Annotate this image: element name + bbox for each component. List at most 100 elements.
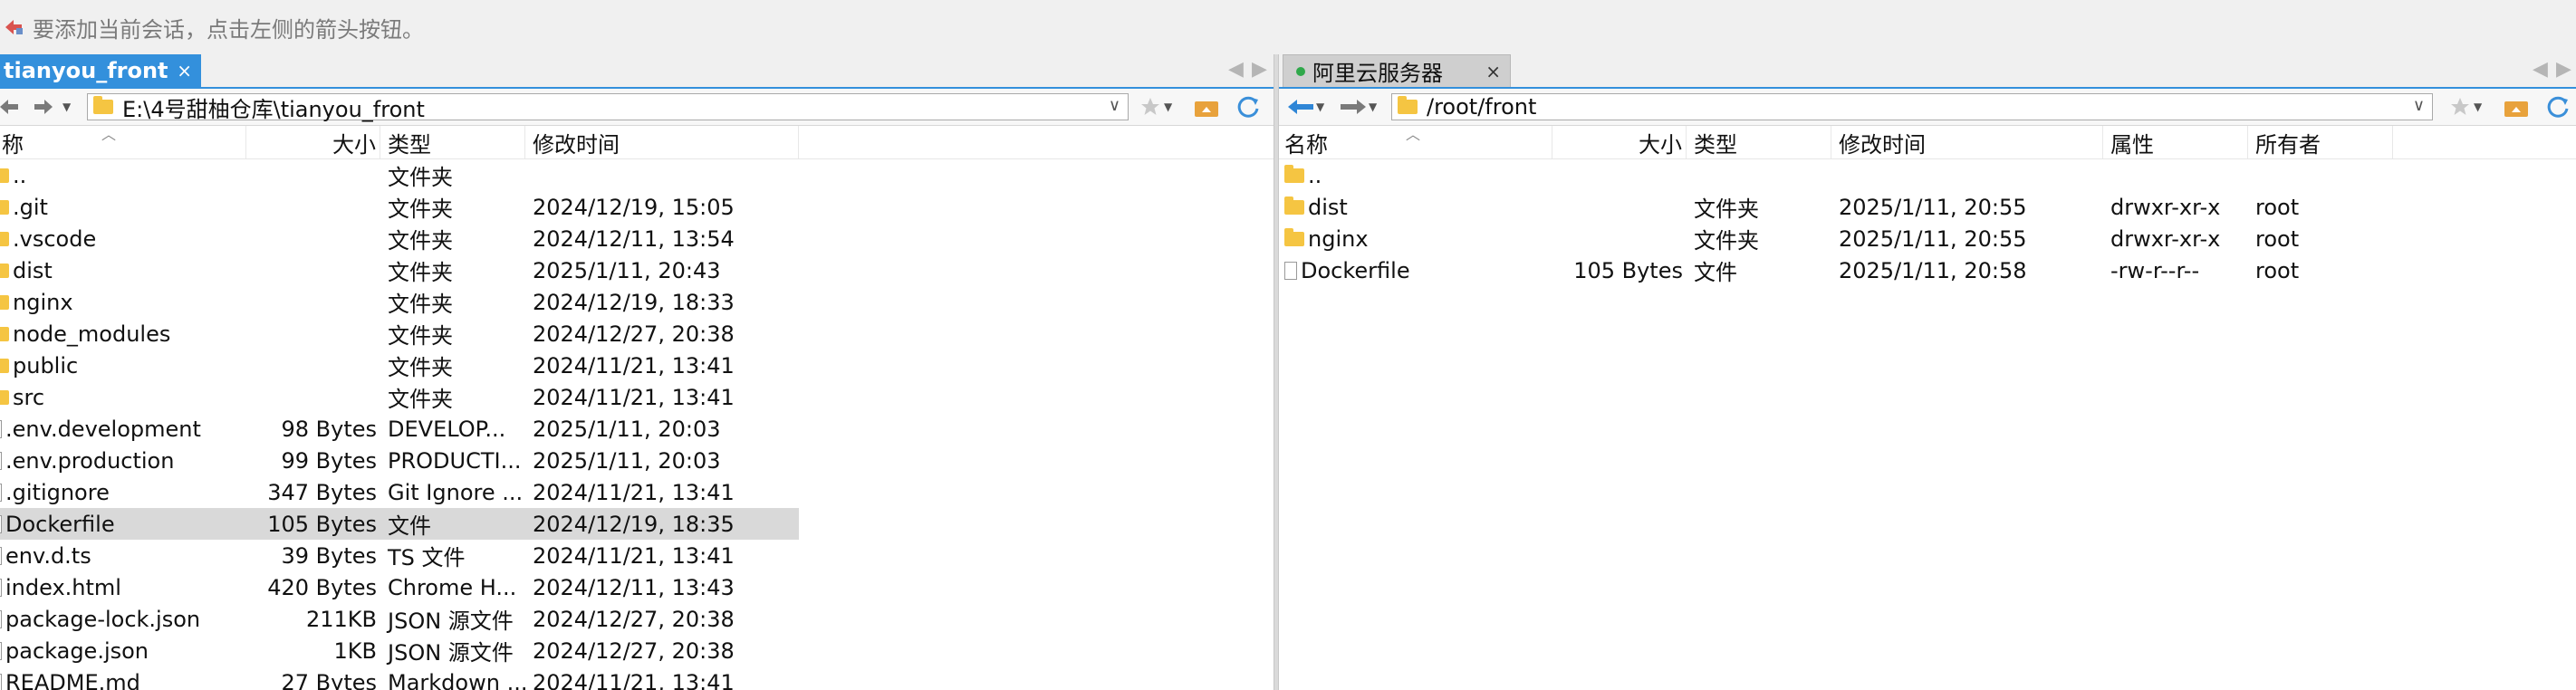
file-row[interactable]: env.d.ts 39 Bytes TS 文件 2024/11/21, 13:41 [0,540,1274,571]
folder-row[interactable]: src 文件夹 2024/11/21, 13:41 [0,381,1274,413]
star-icon [1141,98,1159,115]
column-modified[interactable]: 修改时间 [1831,126,2103,158]
refresh-icon [1237,96,1259,118]
cell-size [1552,223,1687,254]
local-tabstrip: tianyou_front × ◀ ▶ [0,54,1274,89]
tab-local-tianyou-front[interactable]: tianyou_front × [0,54,201,87]
cell-owner: root [2248,223,2393,254]
local-path-field[interactable]: E:\4号甜柚仓库\tianyou_front ∨ [87,93,1129,122]
row-empty-area [799,413,1274,445]
folder-row[interactable]: node_modules 文件夹 2024/12/27, 20:38 [0,318,1274,350]
name-text: .vscode [13,225,97,252]
file-row[interactable]: .env.production 99 Bytes PRODUCTI... 2025/1… [0,445,1274,476]
cell-type: Git Ignore ... [380,476,525,508]
column-owner[interactable]: 所有者 [2248,126,2393,158]
close-tab-icon[interactable]: × [1485,61,1501,82]
folder-row[interactable]: .git 文件夹 2024/12/19, 15:05 [0,191,1274,223]
tab-scroll-left-icon[interactable]: ◀ [1228,58,1244,81]
folder-row[interactable]: dist 文件夹 2025/1/11, 20:55 drwxr-xr-x root [1279,191,2576,223]
cell-modified: 2024/11/21, 13:41 [525,476,799,508]
row-empty-area [799,540,1274,571]
forward-dropdown-icon[interactable]: ▼ [62,101,71,113]
cell-name: node_modules [0,318,246,350]
tab-label: 阿里云服务器 [1312,61,1443,86]
folder-row[interactable]: nginx 文件夹 2025/1/11, 20:55 drwxr-xr-x root [1279,223,2576,254]
size-text: 347 Bytes [267,479,377,505]
name-text: dist [1308,194,1348,220]
column-type[interactable]: 类型 [380,126,525,158]
file-icon [0,578,2,597]
tab-remote-aliyun-server[interactable]: 阿里云服务器 × [1283,54,1511,87]
size-text: 420 Bytes [267,574,377,600]
column-modified[interactable]: 修改时间 [525,126,799,158]
session-arrow-icon[interactable] [4,15,27,39]
tab-scroll-left-icon[interactable]: ◀ [2533,58,2548,81]
path-dropdown-icon[interactable]: ∨ [2413,96,2425,115]
folder-row[interactable]: nginx 文件夹 2024/12/19, 18:33 [0,286,1274,318]
type-text: PRODUCTI... [388,447,522,474]
path-dropdown-icon[interactable]: ∨ [1109,96,1120,115]
forward-button[interactable]: ▼ [34,94,71,120]
file-row[interactable]: Dockerfile 105 Bytes 文件 2025/1/11, 20:58 -rw… [1279,254,2576,286]
column-size[interactable]: 大小 [1552,126,1687,158]
cell-name: .. [1279,159,1552,191]
cell-size: 1KB [246,635,380,666]
cell-size [1552,159,1687,191]
bookmark-button[interactable]: ▼ [1139,94,1172,120]
cell-type: 文件夹 [380,381,525,413]
cell-type: Chrome H... [380,571,525,603]
file-row[interactable]: Dockerfile 105 Bytes 文件 2024/12/19, 18:35 [0,508,1274,540]
tab-scroll-right-icon[interactable]: ▶ [1252,58,1267,81]
column-attributes[interactable]: 属性 [2103,126,2248,158]
cell-name: public [0,350,246,381]
row-empty-area [799,191,1274,223]
column-type[interactable]: 类型 [1687,126,1831,158]
folder-row[interactable]: public 文件夹 2024/11/21, 13:41 [0,350,1274,381]
file-row[interactable]: README.md 27 Bytes Markdown ... 2024/11/21,… [0,666,1274,690]
tab-scroll-right-icon[interactable]: ▶ [2556,58,2571,81]
refresh-button[interactable] [2545,94,2571,120]
bookmark-dropdown-icon[interactable]: ▼ [2474,101,2482,113]
cell-modified [525,159,799,191]
close-tab-icon[interactable]: × [177,60,192,81]
folder-row[interactable]: .. 文件夹 [0,159,1274,191]
folder-row[interactable]: .. [1279,159,2576,191]
home-folder-button[interactable] [1194,94,1219,120]
home-folder-button[interactable] [2504,94,2529,120]
column-size[interactable]: 大小 [246,126,380,158]
modified-text: 2024/11/21, 13:41 [533,384,735,410]
folder-row[interactable]: .vscode 文件夹 2024/12/11, 13:54 [0,223,1274,254]
size-text: 39 Bytes [281,542,377,569]
file-row[interactable]: package-lock.json 211KB JSON 源文件 2024/12/27… [0,603,1274,635]
file-row[interactable]: .env.development 98 Bytes DEVELOP... 2025/1… [0,413,1274,445]
file-icon [0,546,2,565]
cell-type [1687,159,1831,191]
folder-row[interactable]: dist 文件夹 2025/1/11, 20:43 [0,254,1274,286]
name-text: .gitignore [5,479,110,505]
bookmark-dropdown-icon[interactable]: ▼ [1164,101,1172,113]
file-row[interactable]: index.html 420 Bytes Chrome H... 2024/12/11… [0,571,1274,603]
forward-dropdown-icon[interactable]: ▼ [1369,101,1377,113]
back-button[interactable] [0,94,18,120]
size-text: 98 Bytes [281,416,377,442]
forward-button[interactable]: ▼ [1341,94,1377,120]
refresh-button[interactable] [1235,94,1261,120]
column-name[interactable]: 名称 ︿ [1279,126,1552,158]
modified-text: 2024/11/21, 13:41 [533,352,735,379]
column-name[interactable]: 称 ︿ [0,126,246,158]
row-empty-area [799,666,1274,690]
remote-path-field[interactable]: /root/front ∨ [1391,93,2433,120]
bookmark-button[interactable]: ▼ [2449,94,2482,120]
back-button[interactable]: ▼ [1288,94,1324,120]
cell-size [246,350,380,381]
cell-modified: 2024/11/21, 13:41 [525,540,799,571]
row-empty-area [799,159,1274,191]
file-row[interactable]: package.json 1KB JSON 源文件 2024/12/27, 20:38 [0,635,1274,666]
file-row[interactable]: .gitignore 347 Bytes Git Ignore ... 2024/11… [0,476,1274,508]
cell-name: index.html [0,571,246,603]
cell-type: 文件夹 [380,286,525,318]
cell-modified: 2024/12/19, 15:05 [525,191,799,223]
cell-name: package.json [0,635,246,666]
cell-type: 文件夹 [1687,191,1831,223]
back-dropdown-icon[interactable]: ▼ [1316,101,1324,113]
